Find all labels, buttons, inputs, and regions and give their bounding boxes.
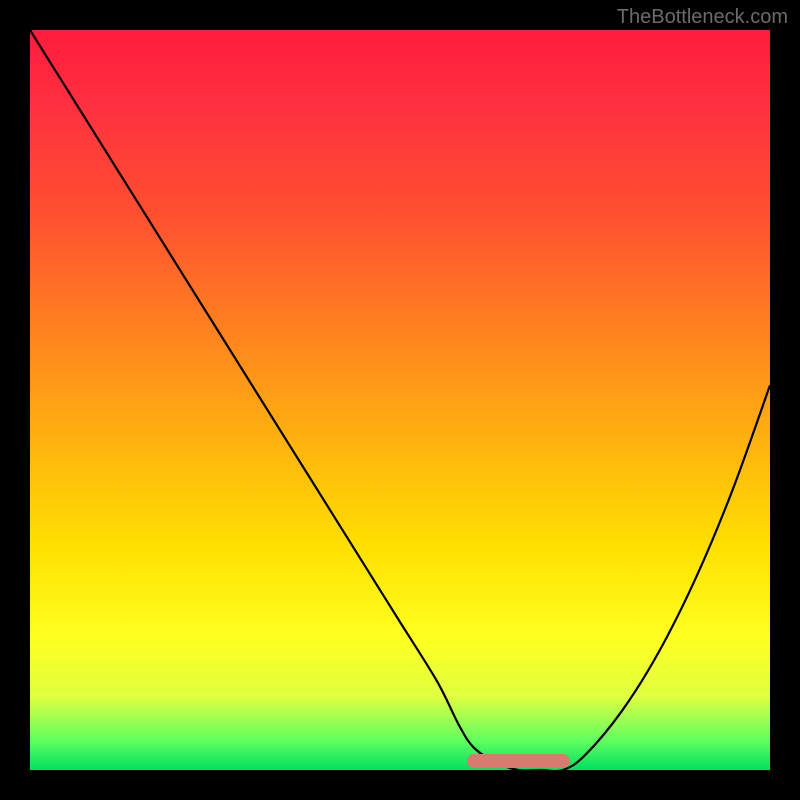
optimal-range-marker: [467, 754, 571, 768]
curve-svg: [30, 30, 770, 770]
plot-area: [30, 30, 770, 770]
watermark-text: TheBottleneck.com: [617, 6, 788, 29]
chart-frame: TheBottleneck.com: [0, 0, 800, 800]
bottleneck-curve: [30, 30, 770, 770]
